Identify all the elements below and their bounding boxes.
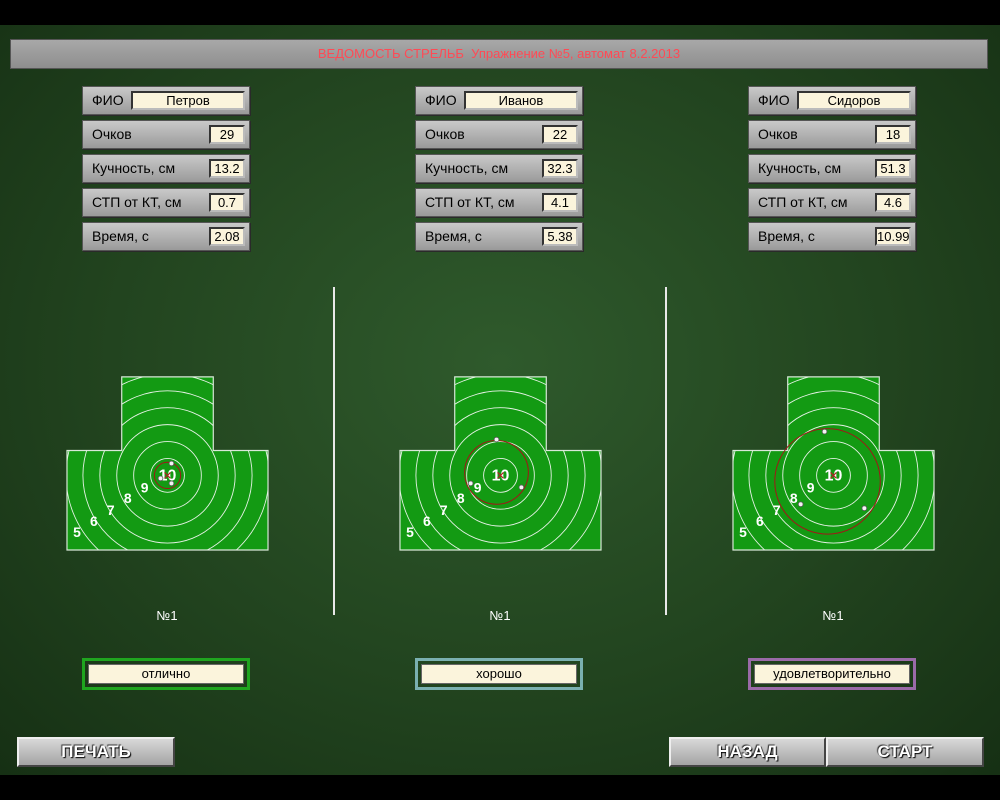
time-label: Время, с: [758, 228, 815, 244]
grouping-label: Кучность, см: [425, 160, 509, 176]
grade-box-3: удовлетворительно: [748, 658, 916, 690]
ring-number: 8: [457, 490, 465, 506]
fio-row: ФИО Иванов: [415, 86, 583, 115]
fio-label: ФИО: [425, 92, 457, 108]
score-row: Очков 29: [82, 120, 250, 149]
target-number: №1: [489, 608, 511, 623]
stp-row: СТП от КТ, см 0.7: [82, 188, 250, 217]
stp-field[interactable]: 4.1: [542, 193, 578, 212]
shooter-panel-2: ФИО Иванов Очков 22 Кучность, см 32.3 СТ…: [415, 86, 585, 256]
stp-row: СТП от КТ, см 4.6: [748, 188, 916, 217]
hit-mark: [157, 475, 164, 482]
hit-mark: [861, 505, 868, 512]
stp-label: СТП от КТ, см: [92, 194, 182, 210]
ring-number: 9: [141, 479, 149, 495]
fio-row: ФИО Петров: [82, 86, 250, 115]
time-field[interactable]: 2.08: [209, 227, 245, 246]
fio-label: ФИО: [758, 92, 790, 108]
ring-number: 9: [807, 479, 815, 495]
ring-number: 7: [440, 502, 448, 518]
start-button[interactable]: СТАРТ: [826, 737, 984, 767]
target-2[interactable]: 1098765: [398, 348, 603, 553]
grade-box-1: отлично: [82, 658, 250, 690]
time-field[interactable]: 5.38: [542, 227, 578, 246]
hit-mark: [797, 501, 804, 508]
score-row: Очков 22: [415, 120, 583, 149]
grouping-label: Кучность, см: [92, 160, 176, 176]
hit-mark: [518, 484, 525, 491]
grade-value: удовлетворительно: [754, 664, 910, 684]
back-button[interactable]: НАЗАД: [669, 737, 826, 767]
fio-field[interactable]: Сидоров: [797, 91, 911, 110]
grouping-row: Кучность, см 13.2: [82, 154, 250, 183]
hit-mark: [168, 480, 175, 487]
score-label: Очков: [758, 126, 798, 142]
grade-value: хорошо: [421, 664, 577, 684]
ring-number: 8: [790, 490, 798, 506]
stp-label: СТП от КТ, см: [758, 194, 848, 210]
grouping-field[interactable]: 32.3: [542, 159, 578, 178]
stp-field[interactable]: 4.6: [875, 193, 911, 212]
stp-label: СТП от КТ, см: [425, 194, 515, 210]
hit-mark: [493, 436, 500, 443]
ring-number: 8: [124, 490, 132, 506]
score-label: Очков: [425, 126, 465, 142]
shooter-panel-3: ФИО Сидоров Очков 18 Кучность, см 51.3 С…: [748, 86, 918, 256]
stp-row: СТП от КТ, см 4.1: [415, 188, 583, 217]
fio-field[interactable]: Петров: [131, 91, 245, 110]
column-divider: [333, 287, 335, 615]
ring-number: 7: [107, 502, 115, 518]
grouping-field[interactable]: 51.3: [875, 159, 911, 178]
print-button[interactable]: ПЕЧАТЬ: [17, 737, 175, 767]
ring-number: 6: [90, 513, 98, 529]
ring-number: 5: [406, 524, 414, 540]
fio-field[interactable]: Иванов: [464, 91, 578, 110]
time-label: Время, с: [92, 228, 149, 244]
hit-mark: [168, 460, 175, 467]
target-1[interactable]: 1098765: [65, 348, 270, 553]
ring-number: 5: [73, 524, 81, 540]
grouping-label: Кучность, см: [758, 160, 842, 176]
time-label: Время, с: [425, 228, 482, 244]
hit-mark: [467, 480, 474, 487]
target-number: №1: [156, 608, 178, 623]
score-row: Очков 18: [748, 120, 916, 149]
time-row: Время, с 5.38: [415, 222, 583, 251]
grade-box-2: хорошо: [415, 658, 583, 690]
grouping-row: Кучность, см 32.3: [415, 154, 583, 183]
stp-field[interactable]: 0.7: [209, 193, 245, 212]
grade-value: отлично: [88, 664, 244, 684]
ring-number: 6: [423, 513, 431, 529]
shooter-panel-1: ФИО Петров Очков 29 Кучность, см 13.2 СТ…: [82, 86, 252, 256]
grouping-field[interactable]: 13.2: [209, 159, 245, 178]
target-number: №1: [822, 608, 844, 623]
time-field[interactable]: 10.99: [875, 227, 911, 246]
fio-row: ФИО Сидоров: [748, 86, 916, 115]
score-field[interactable]: 18: [875, 125, 911, 144]
score-label: Очков: [92, 126, 132, 142]
grouping-row: Кучность, см 51.3: [748, 154, 916, 183]
title-bar: ВЕДОМОСТЬ СТРЕЛЬБ Упражнение №5, автомат…: [10, 39, 988, 69]
score-field[interactable]: 22: [542, 125, 578, 144]
column-divider: [665, 287, 667, 615]
ring-number: 5: [739, 524, 747, 540]
target-3[interactable]: 1098765: [731, 348, 936, 553]
time-row: Время, с 2.08: [82, 222, 250, 251]
time-row: Время, с 10.99: [748, 222, 916, 251]
page-title: ВЕДОМОСТЬ СТРЕЛЬБ Упражнение №5, автомат…: [317, 46, 681, 61]
score-field[interactable]: 29: [209, 125, 245, 144]
hit-mark: [821, 428, 828, 435]
ring-number: 9: [474, 479, 482, 495]
fio-label: ФИО: [92, 92, 124, 108]
ring-number: 6: [756, 513, 764, 529]
app-window: ВЕДОМОСТЬ СТРЕЛЬБ Упражнение №5, автомат…: [0, 25, 1000, 775]
